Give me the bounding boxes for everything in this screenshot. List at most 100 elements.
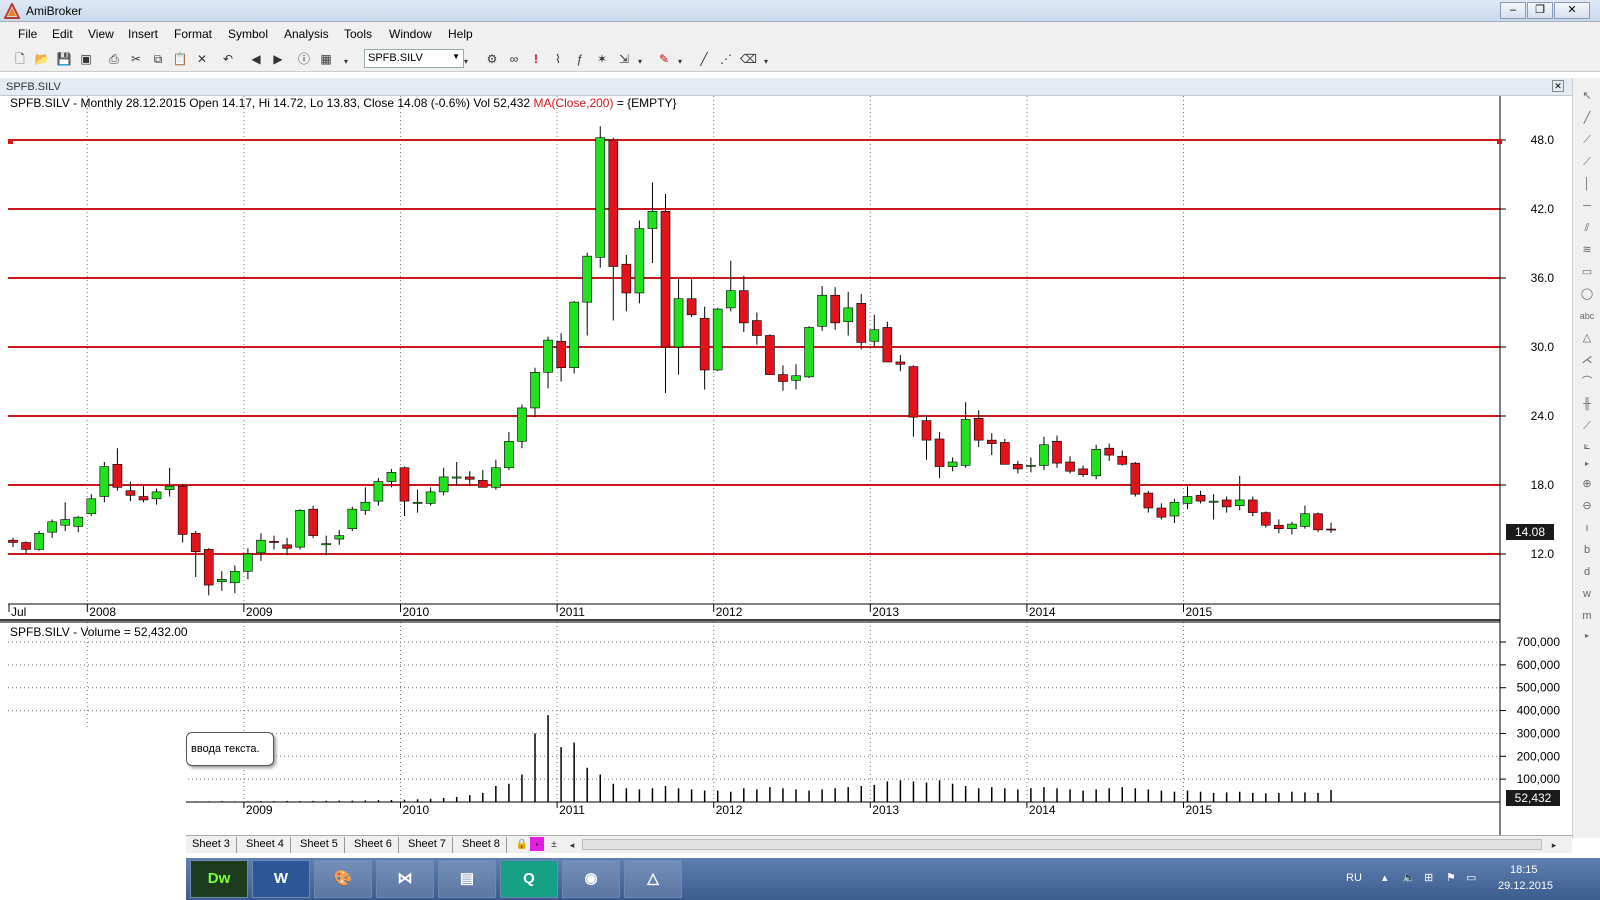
extended-line-icon[interactable]: ⟋ <box>1579 154 1595 170</box>
delete-icon[interactable]: ✕ <box>194 51 210 67</box>
lock-icon[interactable]: 🔒 <box>514 837 530 853</box>
new-file-icon[interactable]: 🗋 <box>12 51 28 67</box>
tab-sheet-6[interactable]: Sheet 6 <box>348 837 399 853</box>
cut-icon[interactable]: ✂ <box>128 51 144 67</box>
forward-icon[interactable]: ▶ <box>270 51 286 67</box>
bold-tool-icon[interactable]: b <box>1579 542 1595 558</box>
volume-icon[interactable]: 🔈 <box>1402 871 1416 884</box>
zigzag-icon[interactable]: ⟋ <box>1579 418 1595 434</box>
zoom-in-icon[interactable]: ⊕ <box>1579 476 1595 492</box>
horizontal-scrollbar[interactable] <box>582 839 1542 850</box>
triangle-icon[interactable]: △ <box>1579 330 1595 346</box>
fan-icon[interactable]: ⋌ <box>1579 352 1595 368</box>
w-tool-icon[interactable]: w <box>1579 586 1595 602</box>
horizontal-line-icon[interactable]: ─ <box>1579 198 1595 214</box>
back-icon[interactable]: ◀ <box>248 51 264 67</box>
close-chart-icon[interactable]: ✕ <box>1552 80 1564 92</box>
taskbar-word[interactable]: W <box>252 860 310 898</box>
dotted-line-icon[interactable]: ⋰ <box>718 51 734 67</box>
menu-help[interactable]: Help <box>448 27 473 41</box>
binoculars-icon[interactable]: ∞ <box>506 51 522 67</box>
info-icon[interactable]: ⓘ <box>296 51 312 67</box>
pitchfork-icon[interactable]: ⟀ <box>1579 438 1595 454</box>
windows-flag-icon[interactable]: ⊞ <box>1424 871 1433 884</box>
channel-icon[interactable]: ⫽ <box>1579 220 1595 236</box>
arc-icon[interactable]: ⌒ <box>1579 374 1595 390</box>
export-icon[interactable]: ⇲ <box>616 51 632 67</box>
italic-tool-icon[interactable]: ı <box>1579 520 1595 536</box>
cycle-icon[interactable]: ╫ <box>1579 396 1595 412</box>
gear-icon[interactable]: ⚙ <box>484 51 500 67</box>
tab-sheet-7[interactable]: Sheet 7 <box>402 837 453 853</box>
arrow-cursor-icon[interactable]: ↖ <box>1579 88 1595 104</box>
fibonacci-icon[interactable]: ≋ <box>1579 242 1595 258</box>
panel-scroll-icon[interactable]: ▸ <box>1579 456 1595 472</box>
chart-icon[interactable]: ⌇ <box>550 51 566 67</box>
save-icon[interactable]: 💾 <box>56 51 72 67</box>
undo-icon[interactable]: ↶ <box>220 51 236 67</box>
alert-icon[interactable]: ! <box>528 51 544 67</box>
tab-sheet-3[interactable]: Sheet 3 <box>186 837 237 853</box>
copy-icon[interactable]: ⧉ <box>150 51 166 67</box>
symbol-combobox[interactable]: SPFB.SILV ▼ <box>364 49 464 68</box>
wand-icon[interactable]: ✶ <box>594 51 610 67</box>
menu-file[interactable]: File <box>18 27 37 41</box>
color-tab-icon[interactable]: ▪ <box>530 837 544 851</box>
hline-handle-right[interactable] <box>1497 139 1502 144</box>
dropdown-arrow-icon[interactable]: ▾ <box>458 54 474 70</box>
taskbar-app-window-icon[interactable]: ▤ <box>438 860 496 898</box>
eraser-icon[interactable]: ⌫ <box>740 51 757 67</box>
menu-insert[interactable]: Insert <box>128 27 158 41</box>
formula-icon[interactable]: ƒ <box>572 51 588 67</box>
menu-tools[interactable]: Tools <box>344 27 372 41</box>
action-center-icon[interactable]: ⚑ <box>1446 871 1456 884</box>
print-icon[interactable]: ⎙ <box>106 51 122 67</box>
ray-icon[interactable]: ⟋ <box>1579 132 1595 148</box>
menu-format[interactable]: Format <box>174 27 212 41</box>
save-all-icon[interactable]: ▣ <box>78 51 94 67</box>
line-tool-icon[interactable]: ╱ <box>696 51 712 67</box>
tab-sheet-8[interactable]: Sheet 8 <box>456 837 507 853</box>
rectangle-icon[interactable]: ▭ <box>1579 264 1595 280</box>
clock-date[interactable]: 29.12.2015 <box>1498 880 1553 892</box>
language-indicator[interactable]: RU <box>1346 872 1362 884</box>
d-tool-icon[interactable]: d <box>1579 564 1595 580</box>
menu-analysis[interactable]: Analysis <box>284 27 329 41</box>
scroll-right-icon[interactable]: ▸ <box>1546 837 1562 853</box>
tray-arrow-icon[interactable]: ▴ <box>1382 871 1388 884</box>
trendline-icon[interactable]: ╱ <box>1579 110 1595 126</box>
taskbar-firefox-icon[interactable]: ◉ <box>562 860 620 898</box>
open-folder-icon[interactable]: 📂 <box>34 51 50 67</box>
taskbar-visual-studio-icon[interactable]: ⋈ <box>376 860 434 898</box>
zoom-out-icon[interactable]: ⊖ <box>1579 498 1595 514</box>
scroll-left-icon[interactable]: ◂ <box>564 837 580 853</box>
taskbar-amibroker-icon[interactable]: △ <box>624 860 682 898</box>
dropdown-arrow-icon[interactable]: ▾ <box>632 54 648 70</box>
clock-time[interactable]: 18:15 <box>1510 864 1538 876</box>
taskbar-dreamweaver[interactable]: Dw <box>190 860 248 898</box>
m-tool-icon[interactable]: m <box>1579 608 1595 624</box>
calendar-icon[interactable]: ▦ <box>318 51 334 67</box>
taskbar-paint-icon[interactable]: 🎨 <box>314 860 372 898</box>
dropdown-arrow-icon[interactable]: ▾ <box>758 54 774 70</box>
tab-sheet-4[interactable]: Sheet 4 <box>240 837 291 853</box>
close-button[interactable]: ✕ <box>1554 2 1590 19</box>
menu-edit[interactable]: Edit <box>52 27 73 41</box>
text-tool-icon[interactable]: abc <box>1579 308 1595 324</box>
panel-scroll-icon[interactable]: ▸ <box>1579 628 1595 644</box>
chart-canvas[interactable]: 48.0 42.0 36.0 30.0 24.0 18.0 12.0 Jul 2008 2009… <box>0 96 1572 838</box>
menu-window[interactable]: Window <box>389 27 432 41</box>
restore-button[interactable]: ❐ <box>1527 2 1553 19</box>
paste-icon[interactable]: 📋 <box>172 51 188 67</box>
vertical-line-icon[interactable]: │ <box>1579 176 1595 192</box>
network-icon[interactable]: ▭ <box>1466 871 1476 884</box>
dropdown-arrow-icon[interactable]: ▾ <box>672 54 688 70</box>
minimize-button[interactable]: – <box>1500 2 1526 19</box>
dropdown-arrow-icon[interactable]: ▾ <box>338 54 354 70</box>
ellipse-icon[interactable]: ◯ <box>1579 286 1595 302</box>
menu-symbol[interactable]: Symbol <box>228 27 268 41</box>
pen-color-icon[interactable]: ✎ <box>656 51 672 67</box>
tab-sheet-5[interactable]: Sheet 5 <box>294 837 345 853</box>
taskbar-quik[interactable]: Q <box>500 860 558 898</box>
menu-view[interactable]: View <box>88 27 114 41</box>
